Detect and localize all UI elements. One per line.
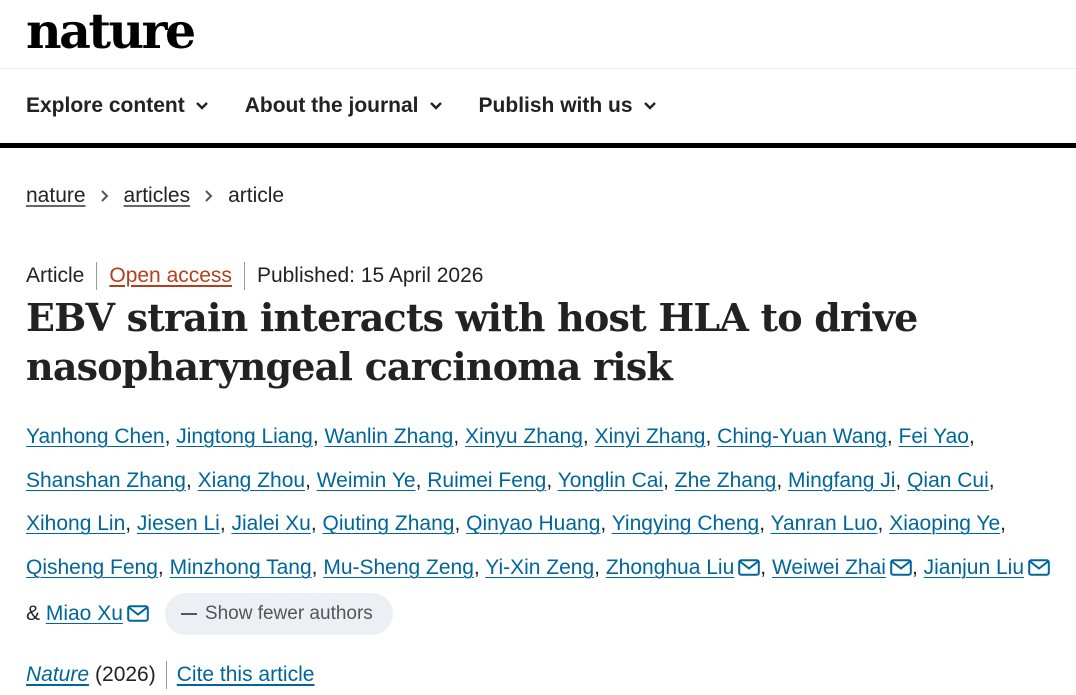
journal-link[interactable]: Nature [26,663,89,687]
author-link[interactable]: Yanran Luo [771,512,878,535]
mail-icon[interactable] [127,594,149,638]
author-link[interactable]: Weimin Ye [317,469,416,492]
author-link[interactable]: Jiesen Li [137,512,220,535]
minus-icon [180,613,197,616]
author-link[interactable]: Minzhong Tang [170,556,312,579]
mail-icon[interactable] [1028,548,1050,592]
author-link[interactable]: Xiaoping Ye [889,512,1000,535]
author-link[interactable]: Zhonghua Liu [606,556,734,579]
author-link[interactable]: Xihong Lin [26,512,125,535]
author-link[interactable]: Xinyu Zhang [465,425,583,448]
nav-label: Explore content [26,94,185,117]
author-link[interactable]: Ching-Yuan Wang [717,425,887,448]
show-fewer-authors-button[interactable]: Show fewer authors [164,593,393,636]
mail-icon[interactable] [738,548,761,592]
author-link[interactable]: Qiuting Zhang [323,512,455,535]
author-link[interactable]: Jialei Xu [231,512,310,535]
nav-label: Publish with us [478,94,633,117]
author-link[interactable]: Shanshan Zhang [26,469,186,492]
publication-year: (2026) [95,662,156,686]
author-link[interactable]: Mu-Sheng Zeng [323,556,474,579]
published-date: Published: 15 April 2026 [256,264,484,287]
article-meta: Article Open access Published: 15 April … [26,261,1052,291]
divider [243,262,245,290]
author-link[interactable]: Mingfang Ji [788,469,895,492]
breadcrumb-articles[interactable]: articles [124,184,191,208]
author-list: Yanhong Chen, Jingtong Liang, Wanlin Zha… [26,415,1052,638]
article-type: Article [26,264,85,287]
breadcrumb: nature articles article [26,182,1052,210]
author-link[interactable]: Qinyao Huang [466,512,600,535]
nav-publish-with-us[interactable]: Publish with us [479,94,657,118]
author-link[interactable]: Jingtong Liang [176,425,313,448]
author-link[interactable]: Yi-Xin Zeng [485,556,594,579]
article-title: EBV strain interacts with host HLA to dr… [26,295,918,389]
author-link[interactable]: Qian Cui [907,469,989,492]
author-link[interactable]: Jianjun Liu [924,556,1024,579]
author-link[interactable]: Ruimei Feng [427,469,546,492]
divider [165,660,167,689]
author-link[interactable]: Yingying Cheng [612,512,760,535]
nature-logo[interactable]: nature [26,0,196,62]
site-header: nature [0,0,1076,69]
author-link[interactable]: Fei Yao [899,425,969,448]
show-fewer-label: Show fewer authors [204,603,373,625]
author-link[interactable]: Qisheng Feng [26,556,158,579]
chevron-down-icon [195,102,208,110]
author-link[interactable]: Xinyi Zhang [595,425,706,448]
nav-label: About the journal [244,94,419,117]
author-link[interactable]: Xiang Zhou [198,469,305,492]
chevron-down-icon [643,102,656,110]
cite-article-link[interactable]: Cite this article [177,663,315,687]
author-link[interactable]: Weiwei Zhai [772,556,886,579]
main-nav: Explore content About the journal Publis… [0,69,1076,148]
author-link[interactable]: Yonglin Cai [558,469,663,492]
author-link[interactable]: Zhe Zhang [675,469,777,492]
citation-line: Nature (2026) Cite this article [26,660,1052,690]
nav-explore-content[interactable]: Explore content [26,94,209,118]
author-link[interactable]: Miao Xu [46,602,123,625]
breadcrumb-nature[interactable]: nature [26,184,86,208]
chevron-down-icon [429,102,442,110]
nav-about-journal[interactable]: About the journal [245,94,443,118]
divider [96,262,98,290]
chevron-right-icon [204,189,214,203]
chevron-right-icon [100,189,110,203]
author-link[interactable]: Wanlin Zhang [325,425,454,448]
author-link[interactable]: Yanhong Chen [26,425,165,448]
breadcrumb-current: article [228,184,285,207]
mail-icon[interactable] [890,548,912,592]
main-content: nature articles article Article Open acc… [0,182,1076,690]
open-access-link[interactable]: Open access [109,264,232,288]
